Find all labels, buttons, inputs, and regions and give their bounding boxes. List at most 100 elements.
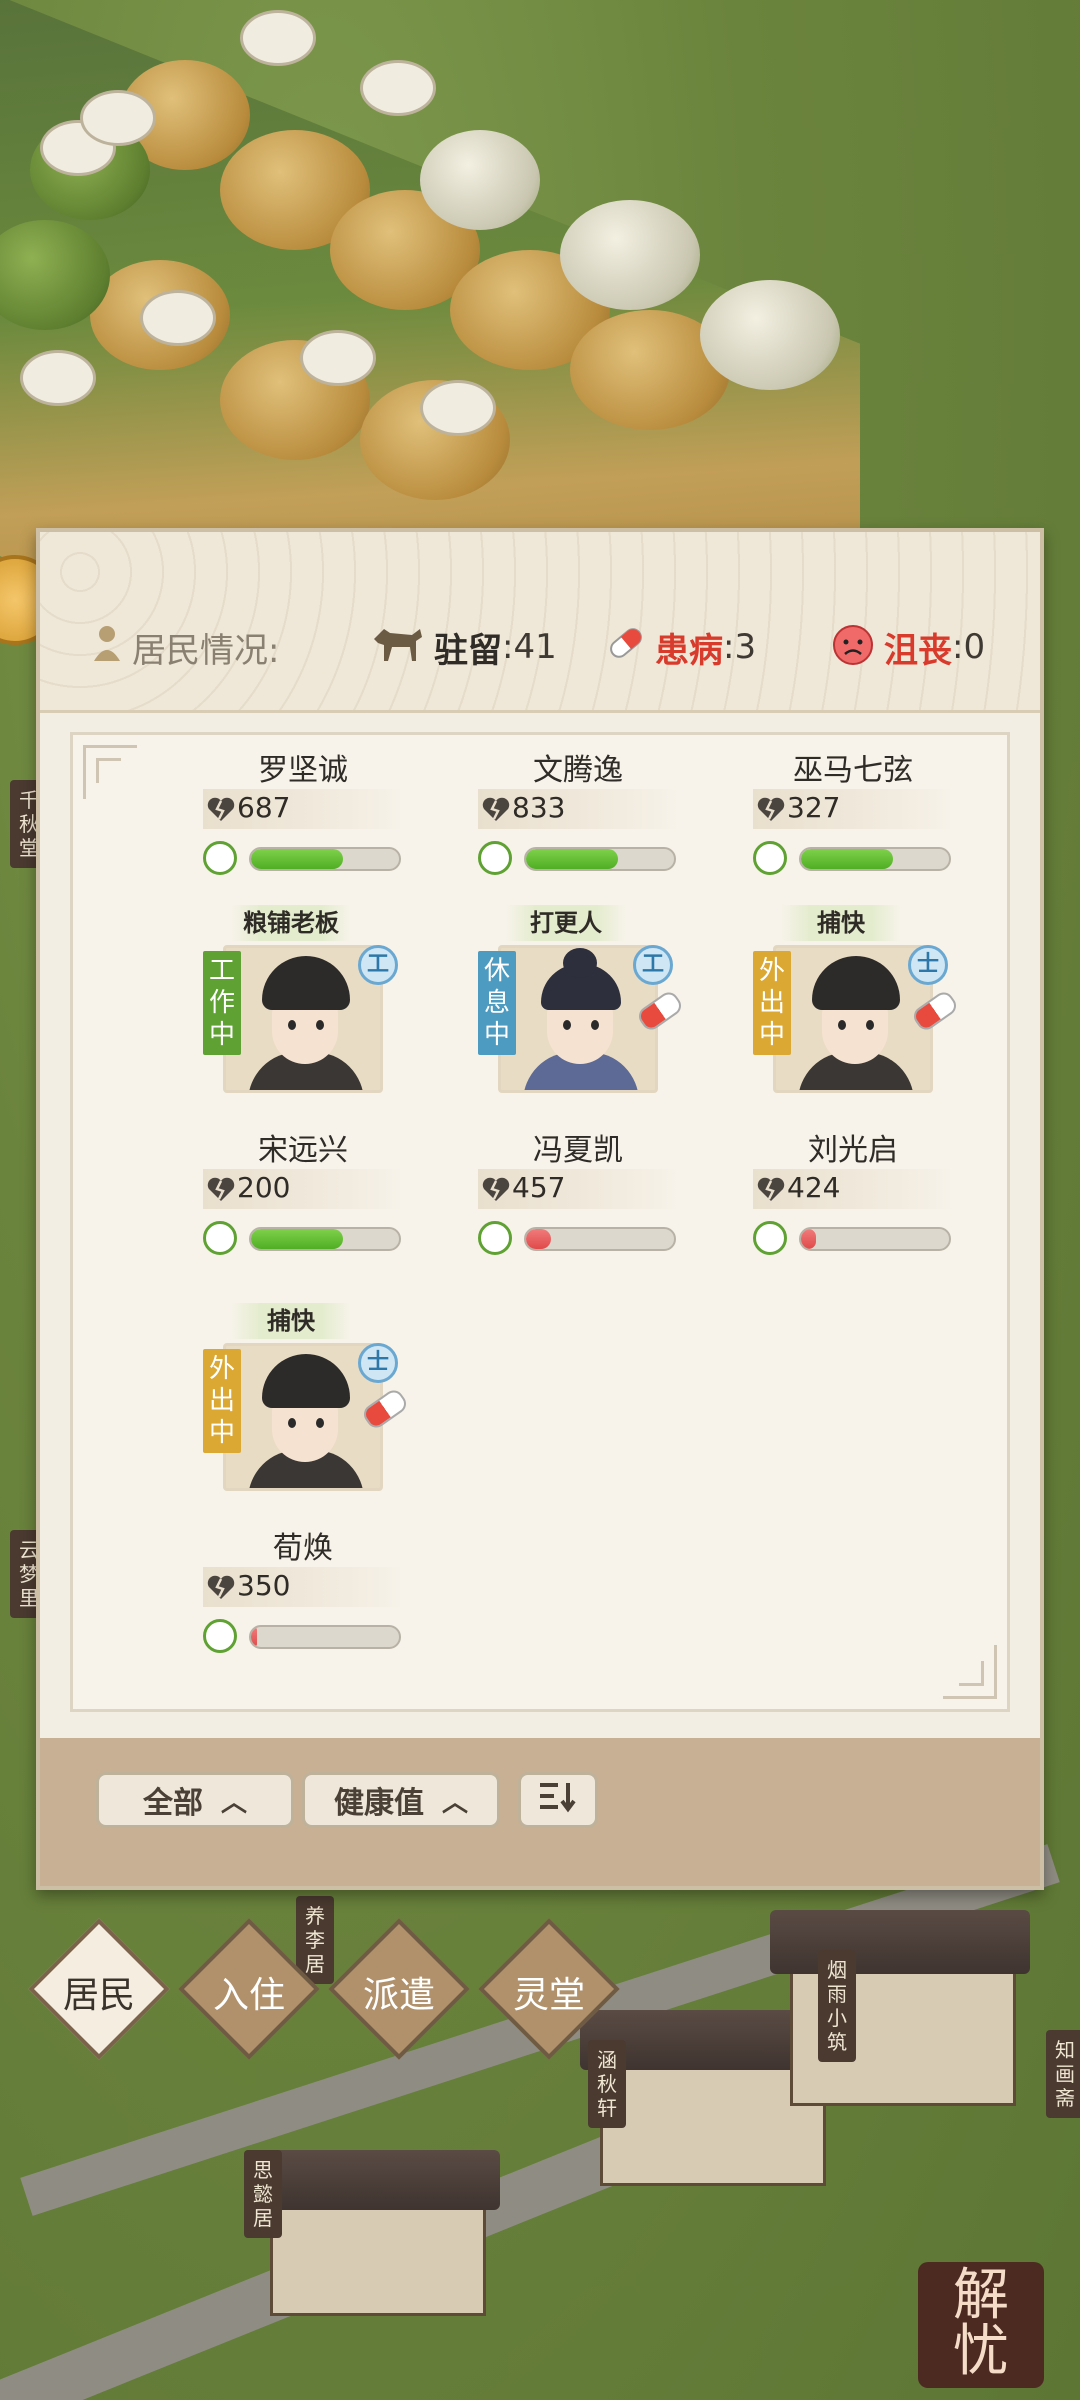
resident-card[interactable]: 粮铺老板 工作中 工 宋远兴 200 [203,905,403,1295]
health-row [203,839,403,879]
coin-value: 350 [237,1569,291,1602]
sad-value: :0 [952,627,986,667]
corner-ornament [83,745,137,799]
resident-name: 罗坚诚 [258,753,348,788]
tab-residents[interactable]: 居民 [28,1918,170,2060]
resident-card[interactable]: 捕快 外出中 士 荀焕 350 [203,1303,410,1693]
coin-value: 457 [512,1171,566,1204]
leaf-icon [203,841,237,875]
leaf-icon [203,1619,237,1653]
stay-value: :41 [502,627,557,667]
coin-value: 200 [237,1171,291,1204]
harvest-bubble[interactable] [80,90,156,146]
sort-health-label: 健康值 [333,1786,424,1821]
status-tag: 工作中 [203,951,241,1055]
building-sign[interactable]: 涵秋轩 [588,2040,626,2128]
resident-card[interactable]: 巫马七弦 327 [753,745,953,885]
job-title: 打更人 [506,905,626,941]
filter-all-button[interactable]: 全部 ︿ [96,1772,294,1828]
chevron-up-icon: ︿ [441,1787,468,1818]
jieyou-seal-button[interactable]: 解 忧 [918,2262,1044,2388]
coin-value: 833 [512,791,566,824]
broken-heart-icon [757,1177,785,1201]
harvest-bubble[interactable] [360,60,436,116]
tab-move-in[interactable]: 入住 [178,1918,320,2060]
harvest-bubble[interactable] [20,350,96,406]
avatar-hat [262,956,350,1010]
class-badge: 士 [358,1343,398,1383]
leaf-icon [478,1221,512,1255]
resident-name: 宋远兴 [258,1133,348,1168]
resident-card[interactable]: 捕快 外出中 士 刘光启 424 [753,905,960,1295]
class-badge: 工 [633,945,673,985]
panel-header: 居民情况: 驻留:41 患病:3 沮丧:0 [40,532,1040,713]
building-sign[interactable]: 思懿居 [244,2150,282,2238]
sort-health-button[interactable]: 健康值 ︿ [302,1772,500,1828]
resident-card[interactable]: 打更人 休息中 工 冯夏凯 457 [478,905,685,1295]
harvest-bubble[interactable] [240,10,316,66]
broken-heart-icon [482,1177,510,1201]
tab-memorial-hall[interactable]: 灵堂 [478,1918,620,2060]
resident-list[interactable]: 罗坚诚 687 文腾逸 833 巫马七弦 327 粮铺老板 工 作 中 工 宋远… [70,732,1010,1712]
coin-row: 457 [478,1169,678,1209]
corner-ornament [943,1645,997,1699]
health-row [203,1219,403,1259]
resident-card[interactable]: 罗坚诚 687 [203,745,403,885]
health-fill [801,1229,816,1249]
resident-name: 荀焕 [273,1531,333,1566]
avatar-eye [591,1020,599,1030]
sort-order-button[interactable] [518,1772,598,1828]
health-fill [251,1229,343,1249]
stay-count: 驻留:41 [370,624,557,671]
coin-row: 424 [753,1169,953,1209]
filter-bar: 全部 ︿ 健康值 ︿ [40,1738,1040,1886]
sad-label: 沮丧 [884,630,952,671]
health-bar [524,847,676,871]
bottom-tabs: 居民 入住 派遣 灵堂 [28,1918,640,2060]
resident-card[interactable]: 文腾逸 833 [478,745,678,885]
broken-heart-icon [207,1575,235,1599]
coin-row: 327 [753,789,953,829]
leaf-icon [753,841,787,875]
leaf-icon [753,1221,787,1255]
health-row [478,839,678,879]
tree [700,280,840,390]
class-badge: 工 [358,945,398,985]
health-row [203,1617,403,1657]
coin-row: 687 [203,789,403,829]
harvest-bubble[interactable] [140,290,216,346]
health-fill [526,1229,552,1249]
health-bar [799,1227,951,1251]
avatar-eye [866,1020,874,1030]
job-title: 粮铺老板 [231,905,351,941]
seal-char: 忧 [953,2319,1009,2384]
avatar-eye [316,1418,324,1428]
job-title: 捕快 [781,905,901,941]
building-sign[interactable]: 烟雨小筑 [818,1950,856,2062]
sad-count: 沮丧:0 [830,624,986,671]
avatar-eye [563,1020,571,1030]
resident-panel: 居民情况: 驻留:41 患病:3 沮丧:0 罗坚诚 687 文腾逸 833… [36,528,1044,1890]
resident-name: 刘光启 [808,1133,898,1168]
coin-row: 833 [478,789,678,829]
tab-label: 灵堂 [512,1975,585,2016]
avatar-hat [262,1354,350,1408]
broken-heart-icon [482,797,510,821]
status-title-label: 居民情况: [132,630,280,671]
health-bar [249,1227,401,1251]
job-title: 捕快 [231,1303,351,1339]
avatar-eye [288,1418,296,1428]
stay-label: 驻留 [434,630,502,671]
health-row [478,1219,678,1259]
health-bar [799,847,951,871]
seal-char: 解 [953,2263,1009,2328]
sad-face-icon [830,620,876,675]
coin-row: 350 [203,1567,403,1607]
avatar-eye [316,1020,324,1030]
harvest-bubble[interactable] [300,330,376,386]
harvest-bubble[interactable] [420,380,496,436]
tab-dispatch[interactable]: 派遣 [328,1918,470,2060]
status-tag: 外出中 [203,1349,241,1453]
tab-label: 入住 [212,1975,285,2016]
building-sign[interactable]: 知画斋 [1046,2030,1080,2118]
